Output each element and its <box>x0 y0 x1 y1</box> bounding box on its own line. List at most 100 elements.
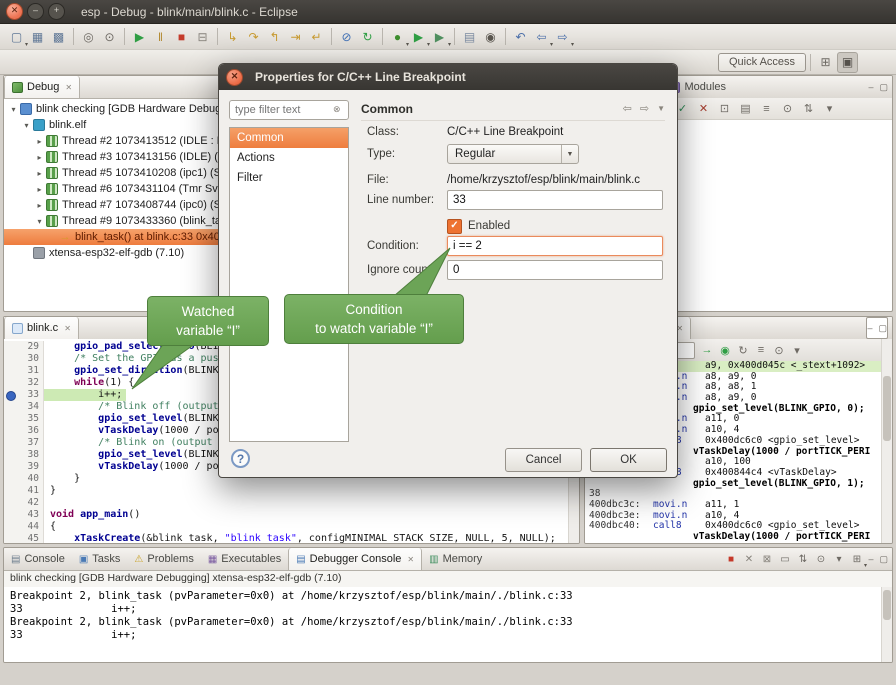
window-minimize-button[interactable]: – <box>27 3 44 20</box>
code-line[interactable]: 44{ <box>4 521 569 533</box>
tab-debugger-console[interactable]: ▤Debugger Console✕ <box>288 548 422 570</box>
tree-expander-icon[interactable]: ▾ <box>21 121 32 130</box>
debug-config-icon[interactable]: ◎ <box>79 27 98 46</box>
tab-executables[interactable]: ▦Executables <box>201 548 288 570</box>
back-icon[interactable]: ⇦▾ <box>532 27 551 46</box>
save-icon[interactable]: ▦ <box>28 27 47 46</box>
open-console-icon[interactable]: ⊞▾ <box>849 551 865 567</box>
step-over-icon[interactable]: ↷ <box>244 27 263 46</box>
scrollbar-thumb[interactable] <box>883 590 891 620</box>
layout-icon[interactable]: ▤ <box>737 100 754 117</box>
debug-perspective-icon[interactable]: ▣ <box>837 52 858 73</box>
track-expression-icon[interactable]: ⊙ <box>771 342 787 358</box>
goto-pc-icon[interactable]: → <box>699 342 715 358</box>
disassembly-line[interactable]: vTaskDelay(1000 / portTICK_PERI <box>585 532 882 543</box>
breakpoint-icon[interactable] <box>6 391 16 401</box>
step-return-icon[interactable]: ↰ <box>265 27 284 46</box>
minimize-view-icon[interactable]: – <box>867 323 872 333</box>
new-icon[interactable]: ▢▾ <box>7 27 26 46</box>
tree-expander-icon[interactable]: ▾ <box>8 105 19 114</box>
search-icon[interactable]: ◉ <box>481 27 500 46</box>
restart-icon[interactable]: ↻ <box>358 27 377 46</box>
refresh-icon[interactable]: ⇅ <box>800 100 817 117</box>
tree-expander-icon[interactable]: ▾ <box>34 217 45 226</box>
maximize-view-icon[interactable]: ▢ <box>879 82 888 93</box>
type-dropdown[interactable]: Regular ▼ <box>447 144 579 164</box>
cancel-button[interactable]: Cancel <box>505 448 582 472</box>
pin-console-icon[interactable]: ⊙ <box>813 551 829 567</box>
terminate-console-icon[interactable]: ■ <box>723 551 739 567</box>
clear-console-icon[interactable]: ▭ <box>777 551 793 567</box>
tab-close-icon[interactable]: ✕ <box>407 555 414 564</box>
line-number-input[interactable] <box>447 190 663 210</box>
breakpoint-toggle-icon[interactable]: ⊙ <box>100 27 119 46</box>
code-line[interactable]: 43void app_main() <box>4 509 569 521</box>
maximize-view-icon[interactable]: ▢ <box>878 323 887 334</box>
remove-all-launches-icon[interactable]: ⊠ <box>759 551 775 567</box>
last-edit-location-icon[interactable]: ↶ <box>511 27 530 46</box>
window-maximize-button[interactable]: + <box>48 3 65 20</box>
quick-access-button[interactable]: Quick Access <box>718 53 806 72</box>
dialog-category-actions[interactable]: Actions <box>230 148 348 168</box>
remove-launch-icon[interactable]: ✕ <box>741 551 757 567</box>
enabled-checkbox[interactable]: ✓ <box>447 219 462 234</box>
tab-close-icon[interactable]: ✕ <box>64 324 71 333</box>
collapse-all-icon[interactable]: ⊡ <box>716 100 733 117</box>
step-into-icon[interactable]: ↳ <box>223 27 242 46</box>
forward-icon[interactable]: ⇨ <box>640 102 649 115</box>
tab-close-icon[interactable]: ✕ <box>65 83 72 92</box>
tree-expander-icon[interactable]: ▸ <box>34 153 45 162</box>
console-output[interactable]: Breakpoint 2, blink_task (pvParameter=0x… <box>4 587 882 662</box>
skip-all-breakpoints-icon[interactable]: ⊘ <box>337 27 356 46</box>
tree-expander-icon[interactable]: ▸ <box>34 169 45 178</box>
code-line[interactable]: 45 xTaskCreate(&blink_task, "blink_task"… <box>4 533 569 544</box>
tab-problems[interactable]: ⚠Problems <box>127 548 200 570</box>
tree-expander-icon[interactable]: ▸ <box>34 137 45 146</box>
tab-memory[interactable]: ▥Memory <box>422 548 489 570</box>
suspend-icon[interactable]: ‖ <box>151 27 170 46</box>
instruction-stepping-icon[interactable]: ⇥ <box>286 27 305 46</box>
drop-to-frame-icon[interactable]: ↵ <box>307 27 326 46</box>
view-menu-icon[interactable]: ▼ <box>657 104 665 113</box>
window-close-button[interactable]: ✕ <box>6 3 23 20</box>
help-button[interactable]: ? <box>231 449 250 468</box>
view-menu-icon[interactable]: ▾ <box>821 100 838 117</box>
open-perspective-icon[interactable]: ⊞ <box>816 53 835 72</box>
show-source-icon[interactable]: ≡ <box>753 342 769 358</box>
clear-filter-icon[interactable]: ⊗ <box>333 104 341 115</box>
dialog-close-button[interactable]: ✕ <box>226 69 243 86</box>
tab-tasks[interactable]: ▣Tasks <box>72 548 128 570</box>
ignore-count-input[interactable] <box>447 260 663 280</box>
minimize-view-icon[interactable]: – <box>868 554 873 564</box>
scroll-lock-icon[interactable]: ⇅ <box>795 551 811 567</box>
run-icon[interactable]: ▶▾ <box>409 27 428 46</box>
save-all-icon[interactable]: ▩ <box>49 27 68 46</box>
ok-button[interactable]: OK <box>590 448 667 472</box>
disable-icon[interactable]: ✕ <box>695 100 712 117</box>
filter-input[interactable] <box>229 100 349 120</box>
code-line[interactable]: 42 <box>4 497 569 509</box>
tab-console[interactable]: ▤Console <box>4 548 72 570</box>
code-line[interactable]: 41} <box>4 485 569 497</box>
condition-input[interactable] <box>447 236 663 256</box>
resume-icon[interactable]: ▶ <box>130 27 149 46</box>
disconnect-icon[interactable]: ⊟ <box>193 27 212 46</box>
dialog-category-common[interactable]: Common <box>230 128 348 148</box>
maximize-view-icon[interactable]: ▢ <box>879 554 888 565</box>
back-icon[interactable]: ⇦ <box>623 102 632 115</box>
view-menu-icon[interactable]: ▾ <box>789 342 805 358</box>
forward-icon[interactable]: ⇨▾ <box>553 27 572 46</box>
dialog-category-filter[interactable]: Filter <box>230 168 348 188</box>
minimize-view-icon[interactable]: – <box>868 82 873 92</box>
scrollbar-thumb[interactable] <box>883 376 891 441</box>
external-tools-icon[interactable]: ▶▾ <box>430 27 449 46</box>
refresh-view-icon[interactable]: ↻ <box>735 342 751 358</box>
tab-debug[interactable]: Debug ✕ <box>4 76 80 98</box>
sync-icon[interactable]: ◉ <box>717 342 733 358</box>
tree-expander-icon[interactable]: ▸ <box>34 185 45 194</box>
disassembly-scrollbar[interactable] <box>881 339 892 543</box>
terminate-icon[interactable]: ■ <box>172 27 191 46</box>
debug-icon[interactable]: ●▾ <box>388 27 407 46</box>
new-wizard-icon[interactable]: ▤ <box>460 27 479 46</box>
tree-expander-icon[interactable]: ▸ <box>34 201 45 210</box>
